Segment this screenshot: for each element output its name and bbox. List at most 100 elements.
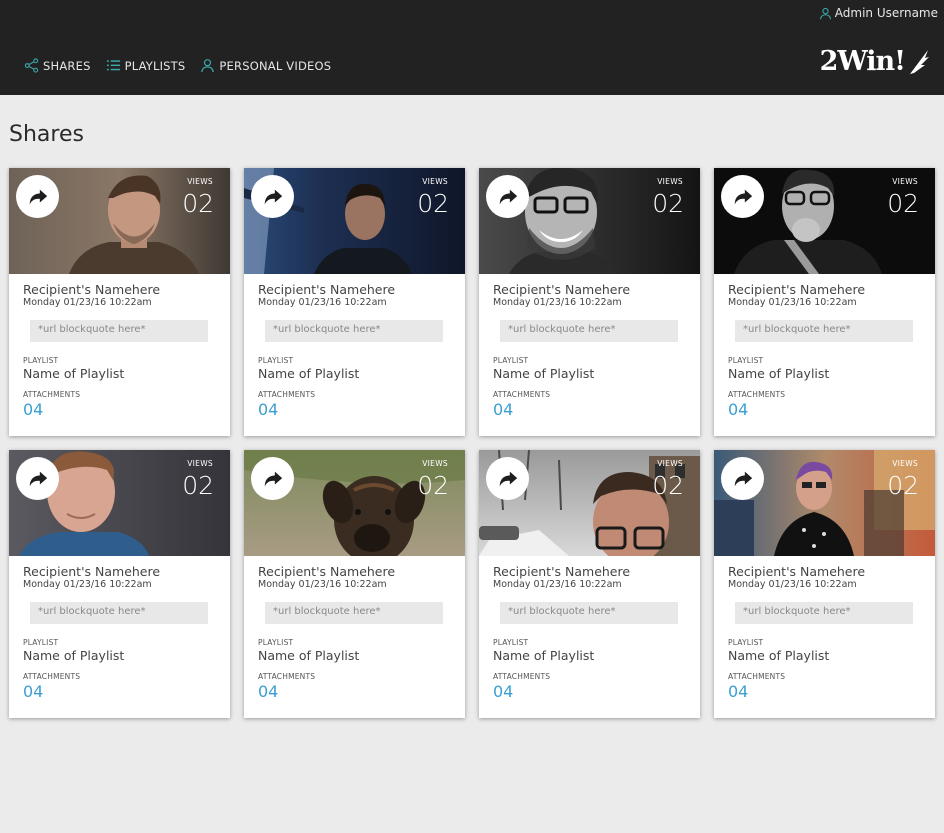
attachments-count[interactable]: 04 xyxy=(728,682,921,701)
views-label: VIEWS xyxy=(892,459,918,468)
card-body: Recipient's Namehere Monday 01/23/16 10:… xyxy=(244,556,465,701)
playlist-name[interactable]: Name of Playlist xyxy=(493,648,686,663)
share-button[interactable] xyxy=(721,457,764,500)
recipient-name: Recipient's Namehere xyxy=(728,282,866,297)
attachments-label: ATTACHMENTS xyxy=(493,672,551,681)
views-count: 02 xyxy=(887,471,919,500)
card-body: Recipient's Namehere Monday 01/23/16 10:… xyxy=(714,274,935,419)
share-date: Monday 01/23/16 10:22am xyxy=(258,297,387,308)
url-blockquote: *url blockquote here* xyxy=(500,602,678,624)
share-button[interactable] xyxy=(251,457,294,500)
video-thumbnail[interactable]: VIEWS 02 xyxy=(244,450,465,556)
playlist-label: PLAYLIST xyxy=(258,638,294,647)
user-icon xyxy=(819,7,831,19)
attachments-count[interactable]: 04 xyxy=(728,400,921,419)
share-card[interactable]: VIEWS 02 Recipient's Namehere Monday 01/… xyxy=(479,450,700,718)
list-icon xyxy=(106,60,120,71)
attachments-count[interactable]: 04 xyxy=(23,682,216,701)
url-blockquote: *url blockquote here* xyxy=(265,602,443,624)
share-card[interactable]: VIEWS 02 Recipient's Namehere Monday 01/… xyxy=(479,168,700,436)
share-arrow-icon xyxy=(734,189,752,204)
video-thumbnail[interactable]: VIEWS 02 xyxy=(479,168,700,274)
playlist-name[interactable]: Name of Playlist xyxy=(728,366,921,381)
playlist-label: PLAYLIST xyxy=(23,638,59,647)
nav-playlists[interactable]: PLAYLISTS xyxy=(106,58,186,73)
attachments-label: ATTACHMENTS xyxy=(23,672,81,681)
share-button[interactable] xyxy=(721,175,764,218)
playlist-name[interactable]: Name of Playlist xyxy=(258,648,451,663)
share-button[interactable] xyxy=(16,175,59,218)
playlist-name[interactable]: Name of Playlist xyxy=(493,366,686,381)
attachments-label: ATTACHMENTS xyxy=(493,390,551,399)
share-button[interactable] xyxy=(486,457,529,500)
views-count: 02 xyxy=(652,471,684,500)
share-arrow-icon xyxy=(499,471,517,486)
shares-grid: VIEWS 02 Recipient's Namehere Monday 01/… xyxy=(9,168,935,718)
share-arrow-icon xyxy=(734,471,752,486)
recipient-name: Recipient's Namehere xyxy=(23,282,161,297)
attachments-label: ATTACHMENTS xyxy=(23,390,81,399)
share-date: Monday 01/23/16 10:22am xyxy=(258,579,387,590)
card-body: Recipient's Namehere Monday 01/23/16 10:… xyxy=(9,274,230,419)
views-count: 02 xyxy=(652,189,684,218)
url-blockquote: *url blockquote here* xyxy=(265,320,443,342)
share-button[interactable] xyxy=(16,457,59,500)
share-card[interactable]: VIEWS 02 Recipient's Namehere Monday 01/… xyxy=(714,168,935,436)
attachments-label: ATTACHMENTS xyxy=(728,672,786,681)
playlist-name[interactable]: Name of Playlist xyxy=(728,648,921,663)
attachments-count[interactable]: 04 xyxy=(23,400,216,419)
playlist-name[interactable]: Name of Playlist xyxy=(258,366,451,381)
attachments-count[interactable]: 04 xyxy=(493,400,686,419)
views-label: VIEWS xyxy=(422,459,448,468)
top-header: Admin Username SHARES PLAYLISTS PERSONAL… xyxy=(0,0,944,95)
nav-playlists-label: PLAYLISTS xyxy=(124,58,186,73)
views-count: 02 xyxy=(417,189,449,218)
url-blockquote: *url blockquote here* xyxy=(500,320,678,342)
url-blockquote: *url blockquote here* xyxy=(735,602,913,624)
share-card[interactable]: VIEWS 02 Recipient's Namehere Monday 01/… xyxy=(9,168,230,436)
video-thumbnail[interactable]: VIEWS 02 xyxy=(714,168,935,274)
feather-logo-icon xyxy=(910,49,929,74)
attachments-label: ATTACHMENTS xyxy=(258,672,316,681)
user-icon xyxy=(201,59,215,73)
share-card[interactable]: VIEWS 02 Recipient's Namehere Monday 01/… xyxy=(9,450,230,718)
playlist-label: PLAYLIST xyxy=(493,638,529,647)
card-body: Recipient's Namehere Monday 01/23/16 10:… xyxy=(714,556,935,701)
nav-personal-videos[interactable]: PERSONAL VIDEOS xyxy=(200,58,331,73)
views-label: VIEWS xyxy=(422,177,448,186)
video-thumbnail[interactable]: VIEWS 02 xyxy=(244,168,465,274)
playlist-name[interactable]: Name of Playlist xyxy=(23,648,216,663)
video-thumbnail[interactable]: VIEWS 02 xyxy=(479,450,700,556)
attachments-label: ATTACHMENTS xyxy=(728,390,786,399)
recipient-name: Recipient's Namehere xyxy=(258,282,396,297)
share-date: Monday 01/23/16 10:22am xyxy=(728,579,857,590)
playlist-name[interactable]: Name of Playlist xyxy=(23,366,216,381)
attachments-count[interactable]: 04 xyxy=(258,682,451,701)
share-card[interactable]: VIEWS 02 Recipient's Namehere Monday 01/… xyxy=(244,168,465,436)
recipient-name: Recipient's Namehere xyxy=(23,564,161,579)
views-label: VIEWS xyxy=(657,459,683,468)
views-label: VIEWS xyxy=(892,177,918,186)
nav-personal-videos-label: PERSONAL VIDEOS xyxy=(219,58,332,73)
share-card[interactable]: VIEWS 02 Recipient's Namehere Monday 01/… xyxy=(714,450,935,718)
user-menu[interactable]: Admin Username xyxy=(819,6,938,20)
card-body: Recipient's Namehere Monday 01/23/16 10:… xyxy=(9,556,230,701)
attachments-count[interactable]: 04 xyxy=(258,400,451,419)
nav-shares[interactable]: SHARES xyxy=(24,58,91,73)
attachments-label: ATTACHMENTS xyxy=(258,390,316,399)
user-name: Admin Username xyxy=(834,6,938,20)
share-card[interactable]: VIEWS 02 Recipient's Namehere Monday 01/… xyxy=(244,450,465,718)
brand-logo[interactable]: 2Win! xyxy=(820,46,930,77)
attachments-count[interactable]: 04 xyxy=(493,682,686,701)
share-arrow-icon xyxy=(264,189,282,204)
share-icon xyxy=(24,58,39,73)
views-label: VIEWS xyxy=(187,459,213,468)
views-count: 02 xyxy=(182,189,214,218)
card-body: Recipient's Namehere Monday 01/23/16 10:… xyxy=(244,274,465,419)
share-button[interactable] xyxy=(486,175,529,218)
share-button[interactable] xyxy=(251,175,294,218)
video-thumbnail[interactable]: VIEWS 02 xyxy=(714,450,935,556)
video-thumbnail[interactable]: VIEWS 02 xyxy=(9,168,230,274)
video-thumbnail[interactable]: VIEWS 02 xyxy=(9,450,230,556)
url-blockquote: *url blockquote here* xyxy=(30,602,208,624)
